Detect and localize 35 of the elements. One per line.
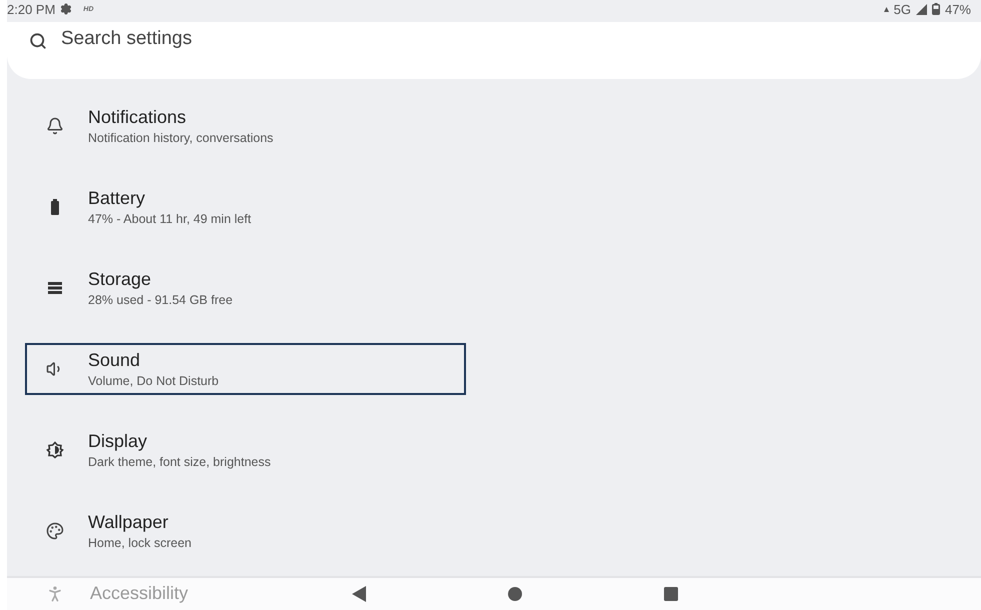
recents-button[interactable] [664,586,678,601]
bell-icon [46,117,64,136]
search-field[interactable]: Search settings [7,22,981,80]
battery-percent: 47% [944,2,971,16]
item-subtitle: Volume, Do Not Disturb [88,374,219,388]
brightness-icon [46,441,64,460]
battery-icon [932,3,940,15]
item-title: Sound [88,350,142,372]
item-title: Wallpaper [88,512,170,534]
search-icon [29,32,47,50]
item-subtitle: 47% - About 11 hr, 49 min left [88,212,252,226]
signal-icon [916,4,927,14]
status-time: 2:20 PM [7,2,56,16]
item-subtitle: 28% used - 91.54 GB free [88,293,233,308]
network-type: 5G [894,2,911,16]
home-button[interactable] [508,586,522,601]
item-subtitle: Dark theme, font size, brightness [88,455,271,470]
item-title: Notifications [88,107,188,128]
settings-icon [60,3,72,15]
item-title: Battery [88,188,146,210]
item-subtitle: Notification history, conversations [88,131,274,146]
settings-item[interactable]: Storage 28% used - 91.54 GB free [25,262,466,314]
settings-item[interactable]: Wallpaper Home, lock screen [25,505,466,558]
settings-item[interactable]: Sound Volume, Do Not Disturb [25,343,466,396]
settings-item[interactable]: Display Dark theme, font size, brightness [25,424,466,476]
item-title: Accessibility [90,583,188,604]
item-subtitle: Home, lock screen [88,536,192,550]
battery-icon [51,199,59,216]
settings-item[interactable]: Notifications Notification history, conversations [25,100,466,152]
item-title: Display [88,431,148,452]
back-button[interactable] [352,586,366,602]
data-arrow-icon [884,6,889,12]
item-title: Storage [88,269,152,290]
settings-item[interactable]: Battery 47% - About 11 hr, 49 min left [25,181,466,234]
palette-icon [46,522,64,540]
